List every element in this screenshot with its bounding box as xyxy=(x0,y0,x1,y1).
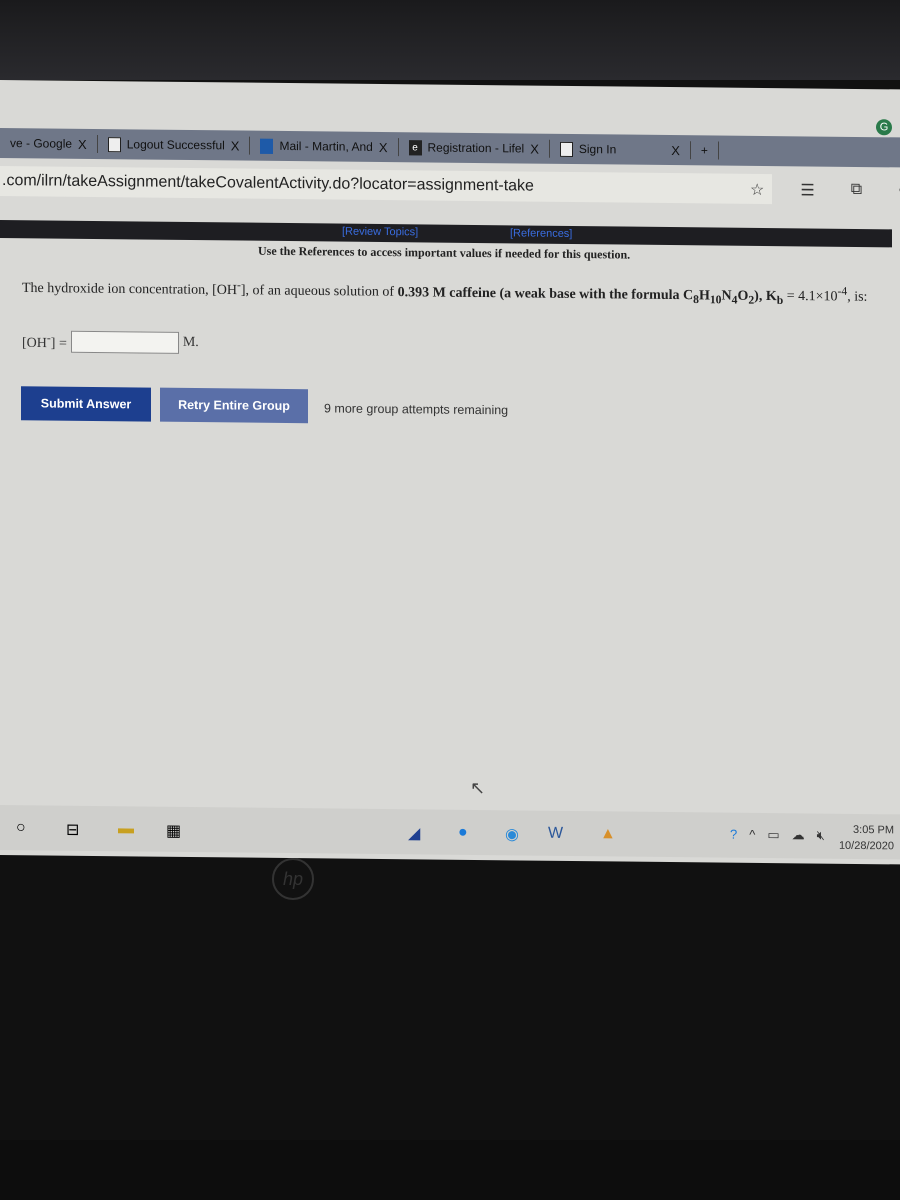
retry-entire-group-button[interactable]: Retry Entire Group xyxy=(160,387,308,424)
outlook-icon xyxy=(260,138,274,154)
date: 10/28/2020 xyxy=(838,839,894,853)
word-icon[interactable]: W xyxy=(548,825,563,843)
address-bar-icons: ☆ ☰ ⧉ ● xyxy=(750,180,900,202)
battery-icon[interactable]: ▭ xyxy=(767,827,779,843)
mouse-cursor-icon: ↖ xyxy=(470,777,486,799)
profile-avatar[interactable]: G xyxy=(876,119,892,136)
tab-sign-in[interactable]: Sign In X xyxy=(549,139,691,160)
collections-icon[interactable]: ⧉ xyxy=(851,181,862,201)
tab-label: Mail - Martin, And xyxy=(279,138,373,154)
submit-answer-button[interactable]: Submit Answer xyxy=(21,386,151,422)
tab-label: Logout Successful xyxy=(126,137,225,153)
tab-google[interactable]: ve - Google X xyxy=(0,134,98,154)
system-tray: ? ^ ▭ ☁ 🔇︎ xyxy=(730,827,825,844)
page-icon xyxy=(107,136,121,152)
hp-logo: hp xyxy=(272,858,314,900)
tab-label: Registration - Lifel xyxy=(427,140,525,156)
tab-label: ve - Google xyxy=(10,136,73,151)
laptop-screen: G ve - Google X Logout Successful X Mail -… xyxy=(0,80,900,865)
chevron-up-icon[interactable]: ^ xyxy=(749,827,755,843)
references-bar: [Review Topics] [References] xyxy=(0,220,892,248)
edge-icon[interactable]: ● xyxy=(458,824,468,842)
references-note: Use the References to access important v… xyxy=(258,243,631,262)
clock[interactable]: 3:05 PM 10/28/2020 xyxy=(839,822,894,855)
tab-mail[interactable]: Mail - Martin, And X xyxy=(250,136,399,157)
attempts-remaining: 9 more group attempts remaining xyxy=(324,401,509,418)
help-icon[interactable]: ? xyxy=(730,827,737,843)
volume-muted-icon[interactable]: 🔇︎ xyxy=(817,828,825,844)
tab-bar: ve - Google X Logout Successful X Mail - M… xyxy=(0,128,900,168)
answer-row: [OH-] = M. xyxy=(22,330,199,354)
question-text: The hydroxide ion concentration, [OH-], … xyxy=(22,278,868,307)
star-icon[interactable]: ☆ xyxy=(750,180,764,200)
app-icon[interactable]: ◢ xyxy=(408,823,420,843)
close-tab-icon[interactable]: X xyxy=(231,138,240,153)
review-topics-link[interactable]: [Review Topics] xyxy=(342,226,418,239)
close-tab-icon[interactable]: X xyxy=(530,141,539,156)
close-tab-icon[interactable]: X xyxy=(671,143,680,158)
address-bar[interactable]: .com/ilrn/takeAssignment/takeCovalentAct… xyxy=(0,166,772,205)
tab-registration[interactable]: e Registration - Lifel X xyxy=(398,138,550,158)
references-link[interactable]: [References] xyxy=(510,227,572,240)
screen-bezel xyxy=(0,0,900,80)
onedrive-icon[interactable]: ☁ xyxy=(792,827,805,843)
search-icon[interactable]: ○ xyxy=(16,819,26,837)
store-icon[interactable]: ▦ xyxy=(166,821,181,841)
tab-label: Sign In xyxy=(578,142,617,157)
answer-label: [OH-] = xyxy=(22,331,67,352)
new-tab-button[interactable]: + xyxy=(690,141,719,160)
oh-concentration-input[interactable] xyxy=(70,330,179,354)
tab-logout[interactable]: Logout Successful X xyxy=(97,135,251,155)
photos-icon[interactable]: ▲ xyxy=(600,825,616,843)
taskbar: ○ ⊟ ▬ ▦ ◢ ● ◉ W ▲ ? ^ ▭ ☁ 🔇︎ 3:05 PM 10/2… xyxy=(0,805,900,860)
close-tab-icon[interactable]: X xyxy=(379,139,388,154)
e-icon: e xyxy=(408,139,422,155)
time: 3:05 PM xyxy=(853,823,894,837)
task-view-icon[interactable]: ⊟ xyxy=(66,820,79,840)
file-explorer-icon[interactable]: ▬ xyxy=(118,820,134,838)
chrome-icon[interactable]: ◉ xyxy=(505,824,519,844)
keyboard xyxy=(0,1140,900,1200)
close-tab-icon[interactable]: X xyxy=(78,136,87,151)
page-icon xyxy=(559,141,573,157)
unit-label: M. xyxy=(182,334,199,351)
favorites-icon[interactable]: ☰ xyxy=(800,180,814,200)
